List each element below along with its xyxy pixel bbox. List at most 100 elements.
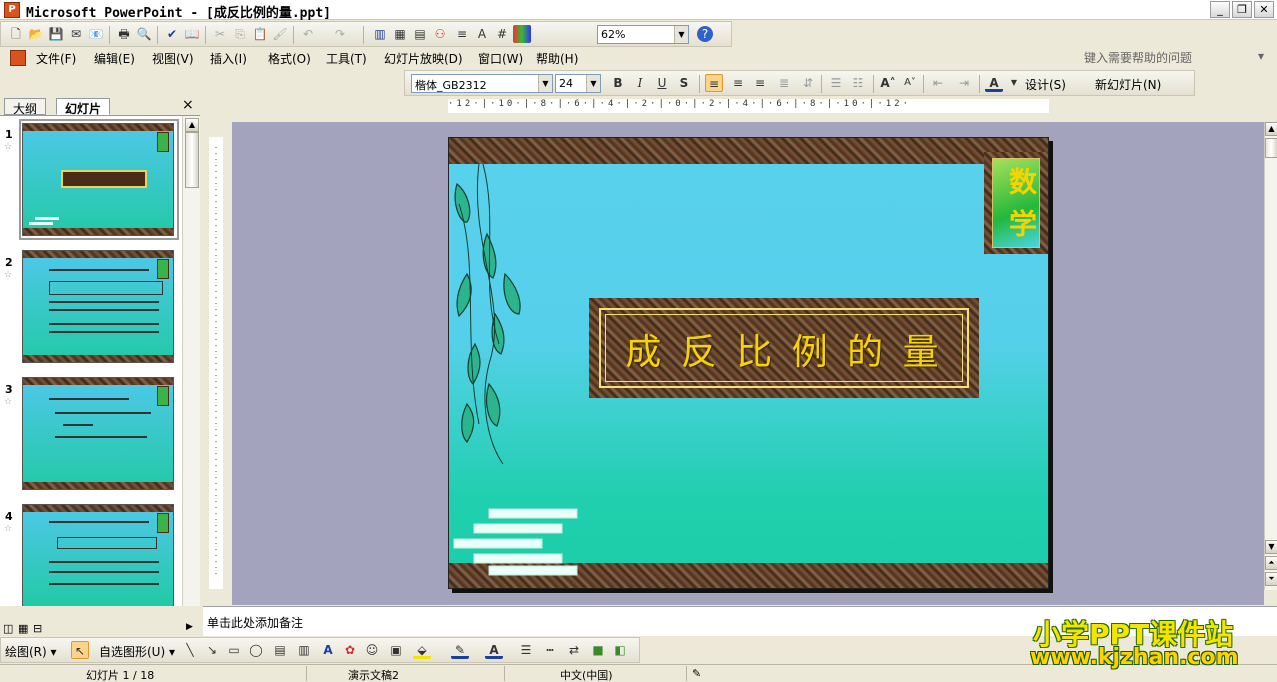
chevron-down-icon[interactable]: ▼ [586, 75, 600, 92]
help-search-input[interactable]: 键入需要帮助的问题 ▾ [1084, 49, 1270, 67]
zoom-select[interactable]: 62% ▼ [597, 25, 689, 44]
underline-button[interactable]: U [653, 74, 671, 92]
line-icon[interactable]: ╲ [181, 641, 199, 659]
insert-hyperlink-icon[interactable]: ⚇ [431, 25, 449, 43]
font-color-icon[interactable]: A [985, 74, 1003, 92]
design-button[interactable]: 设计(S) [1025, 76, 1066, 93]
new-slide-button[interactable]: 新幻灯片(N) [1095, 76, 1161, 93]
normal-view-icon[interactable]: ◫ [3, 622, 13, 635]
restore-button[interactable]: ❐ [1232, 1, 1252, 18]
dash-style-icon[interactable]: ┅ [541, 641, 559, 659]
next-slide-icon[interactable]: ⏷ [1265, 572, 1277, 586]
new-icon[interactable]: 🗋 [7, 25, 25, 43]
increase-indent-icon[interactable]: ⇥ [955, 74, 973, 92]
decrease-font-icon[interactable]: A˅ [901, 74, 919, 92]
select-objects-icon[interactable]: ↖ [71, 641, 89, 659]
italic-button[interactable]: I [631, 74, 649, 92]
chevron-down-icon[interactable]: ▼ [538, 75, 552, 92]
close-panel-icon[interactable]: × [182, 97, 194, 113]
increase-font-icon[interactable]: A˄ [879, 74, 897, 92]
slide-title[interactable]: 成 反 比 例 的 量 [599, 323, 969, 375]
main-scrollbar[interactable]: ▲ ▼ ⏶ ⏷ [1264, 122, 1277, 590]
arrow-icon[interactable]: ↘ [203, 641, 221, 659]
scroll-up-icon[interactable]: ▲ [185, 118, 199, 132]
color-grayscale-icon[interactable] [513, 25, 531, 43]
main-scroll-thumb[interactable] [1265, 138, 1277, 158]
email-icon[interactable]: 📧 [87, 25, 105, 43]
help-icon[interactable]: ? [697, 26, 713, 42]
autoshapes-menu-button[interactable]: 自选图形(U) ▾ [99, 643, 175, 660]
shadow-button[interactable]: S [675, 74, 693, 92]
textbox-icon[interactable]: ▤ [271, 641, 289, 659]
menu-format[interactable]: 格式(O) [268, 50, 311, 67]
grid-icon[interactable]: # [493, 25, 511, 43]
align-left-icon[interactable]: ≡ [705, 74, 723, 92]
copy-icon[interactable]: ⎘ [231, 25, 249, 43]
tables-borders-icon[interactable]: ▤ [411, 25, 429, 43]
panel-scrollbar[interactable]: ▲ [182, 116, 200, 606]
spelling-icon[interactable]: ✔ [163, 25, 181, 43]
notes-placeholder[interactable]: 单击此处添加备注 [207, 614, 303, 631]
picture-icon[interactable]: ▣ [387, 641, 405, 659]
bold-button[interactable]: B [609, 74, 627, 92]
slide-sorter-view-icon[interactable]: ▦ [18, 622, 28, 635]
menu-slideshow[interactable]: 幻灯片放映(D) [384, 50, 463, 67]
menu-help[interactable]: 帮助(H) [536, 50, 578, 67]
expand-all-icon[interactable]: ≡ [453, 25, 471, 43]
spelling-status-icon[interactable]: ✎ [692, 667, 701, 680]
slide-thumbnail-2[interactable] [22, 250, 174, 363]
numbering-icon[interactable]: ☰ [827, 74, 845, 92]
justify-icon[interactable]: ≣ [775, 74, 793, 92]
diagram-icon[interactable]: ✿ [341, 641, 359, 659]
format-painter-icon[interactable]: 🖌 [271, 25, 289, 43]
font-size-select[interactable]: 24 ▼ [555, 74, 601, 93]
menu-edit[interactable]: 编辑(E) [94, 50, 135, 67]
print-icon[interactable]: 🖶 [115, 25, 133, 43]
clipart-icon[interactable]: ☺ [363, 641, 381, 659]
vertical-textbox-icon[interactable]: ▥ [295, 641, 313, 659]
redo-icon[interactable]: ↷ [331, 25, 349, 43]
font-select[interactable]: 楷体_GB2312 ▼ [411, 74, 553, 93]
scroll-right-icon[interactable]: ▶ [186, 622, 193, 632]
menu-insert[interactable]: 插入(I) [210, 50, 247, 67]
wordart-icon[interactable]: A [319, 641, 337, 659]
menu-tools[interactable]: 工具(T) [326, 50, 367, 67]
menu-file[interactable]: 文件(F) [36, 50, 76, 67]
save-icon[interactable]: 💾 [47, 25, 65, 43]
slide-thumbnail-1[interactable] [22, 123, 174, 236]
tab-slides[interactable]: 幻灯片 [56, 98, 111, 116]
slide-thumbnail-3[interactable] [22, 377, 174, 490]
shadow-style-icon[interactable]: ■ [589, 641, 607, 659]
open-icon[interactable]: 📂 [27, 25, 45, 43]
slide-canvas[interactable]: 数 学 成 反 比 例 的 量 [448, 137, 1049, 589]
rectangle-icon[interactable]: ▭ [225, 641, 243, 659]
menu-view[interactable]: 视图(V) [152, 50, 194, 67]
align-right-icon[interactable]: ≡ [751, 74, 769, 92]
print-preview-icon[interactable]: 🔍 [135, 25, 153, 43]
panel-scroll-thumb[interactable] [185, 132, 199, 188]
minimize-button[interactable]: _ [1210, 1, 1230, 18]
document-icon[interactable] [10, 50, 26, 66]
paste-icon[interactable]: 📋 [251, 25, 269, 43]
menu-window[interactable]: 窗口(W) [478, 50, 523, 67]
show-formatting-icon[interactable]: A [473, 25, 491, 43]
chevron-down-icon[interactable]: ▼ [1005, 74, 1023, 92]
close-window-button[interactable]: ✕ [1254, 1, 1274, 18]
bullets-icon[interactable]: ☷ [849, 74, 867, 92]
research-icon[interactable]: 📖 [183, 25, 201, 43]
arrow-style-icon[interactable]: ⇄ [565, 641, 583, 659]
chevron-down-icon[interactable]: ▼ [674, 26, 688, 43]
slideshow-view-icon[interactable]: ⊟ [33, 622, 42, 635]
insert-chart-icon[interactable]: ▥ [371, 25, 389, 43]
draw-menu-button[interactable]: 绘图(R) ▾ [5, 643, 57, 660]
scroll-up-icon[interactable]: ▲ [1265, 122, 1277, 136]
fill-color-icon[interactable]: ⬙ [413, 641, 431, 659]
draw-font-color-icon[interactable]: A [485, 641, 503, 659]
text-direction-icon[interactable]: ⇵ [799, 74, 817, 92]
powerpoint-app-icon[interactable]: P [4, 2, 20, 18]
3d-style-icon[interactable]: ◧ [611, 641, 629, 659]
scroll-down-icon[interactable]: ▼ [1265, 540, 1277, 554]
help-dropdown-icon[interactable]: ▾ [1258, 49, 1264, 63]
tab-outline[interactable]: 大纲 [4, 98, 47, 116]
undo-icon[interactable]: ↶ [299, 25, 317, 43]
